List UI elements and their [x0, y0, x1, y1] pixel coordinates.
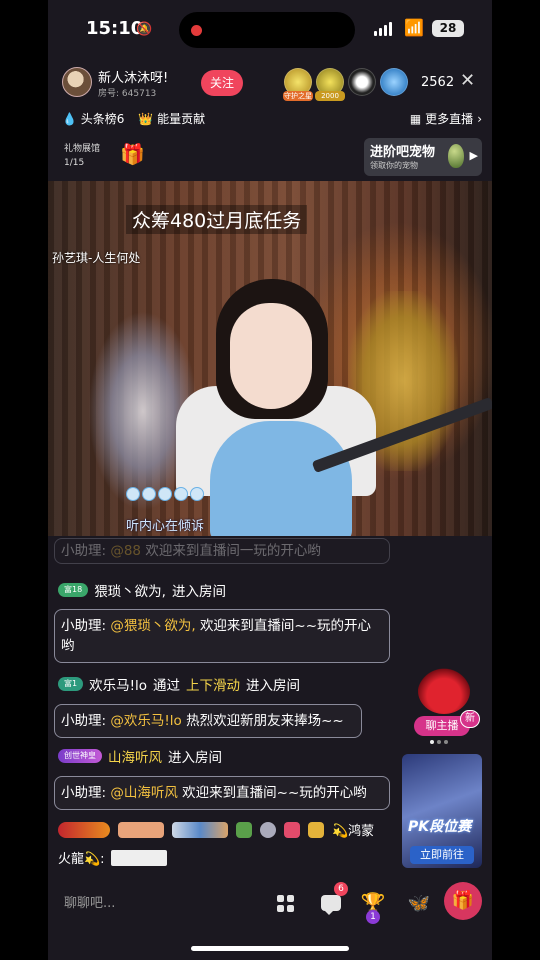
- rank-row: 💧 头条榜6 👑 能量贡献: [62, 110, 205, 127]
- recording-dot-icon: [191, 25, 202, 36]
- ring-icon: [260, 821, 276, 838]
- fan-club-icon[interactable]: 🏆 1: [358, 888, 388, 924]
- song-label: 孙艺琪-人生何处: [52, 251, 141, 265]
- viewer-count[interactable]: 2562: [421, 75, 454, 90]
- video-caption: 听内心在倾诉: [126, 519, 205, 534]
- stream-goal-title: 众筹480过月底任务: [126, 205, 308, 234]
- headline-rank[interactable]: 💧 头条榜6: [62, 110, 124, 127]
- obscured-name: [172, 821, 228, 838]
- chevron-right-icon: ›: [477, 111, 482, 126]
- top-viewers: 守护之星 2000: [283, 68, 408, 101]
- pet-banner[interactable]: 进阶吧宠物 领取你的宠物 ▶: [364, 138, 482, 176]
- guardian-badge: 守护之星: [283, 91, 313, 101]
- pet-egg-icon: [448, 144, 464, 168]
- carousel-pager: [430, 740, 448, 744]
- share-icon[interactable]: 🦋: [404, 888, 434, 918]
- right-margin: [492, 0, 540, 960]
- go-now-button[interactable]: 立即前往: [410, 846, 474, 864]
- dynamic-island: [179, 12, 355, 48]
- messages-icon[interactable]: 6: [316, 882, 348, 918]
- viewer-avatar[interactable]: 2000: [315, 68, 345, 101]
- left-margin: [0, 0, 48, 960]
- more-apps-icon[interactable]: [270, 888, 300, 918]
- close-icon[interactable]: ✕: [460, 70, 475, 91]
- viewer-avatar[interactable]: 守护之星: [283, 68, 313, 101]
- love-icon: [284, 821, 300, 838]
- obscured-name: [110, 849, 167, 866]
- chat-message: 小助理: @猥琐丶欲为, 欢迎来到直播间~~玩的开心哟: [54, 609, 390, 663]
- gift-hall[interactable]: 礼物展馆 1/15: [64, 142, 100, 170]
- battery-indicator: 28: [432, 20, 464, 37]
- roses-gift-icon[interactable]: [418, 668, 470, 714]
- cellular-signal-icon: [374, 22, 392, 36]
- gift-feed: 💫鸿蒙: [58, 820, 374, 839]
- host-name: 新人沐沐呀!: [98, 71, 169, 86]
- more-live-button[interactable]: ▦ 更多直播 ›: [410, 110, 482, 127]
- gift-box-icon[interactable]: 🎁: [120, 142, 145, 166]
- grid-small-icon: ▦: [409, 111, 422, 126]
- chat-message: 小助理: @山海听风 欢迎来到直播间~~玩的开心哟: [54, 776, 390, 810]
- enter-notice: 富18 猥琐丶欲为, 进入房间: [58, 580, 226, 600]
- chat-input[interactable]: 聊聊吧...: [64, 892, 115, 911]
- level-badge: 2000: [315, 91, 345, 101]
- viewer-avatar[interactable]: [348, 68, 376, 96]
- chat-message: 小助理: @88 欢迎来到直播间一玩的开心哟: [54, 538, 390, 564]
- enter-notice: 创世神皇 山海听风 进入房间: [58, 746, 222, 766]
- medal-icon: [236, 821, 252, 838]
- new-badge: 新: [460, 710, 480, 728]
- silent-bell-icon: 🔕: [136, 22, 153, 37]
- home-indicator[interactable]: [191, 946, 349, 951]
- wifi-icon: 📶: [404, 18, 424, 37]
- viewer-avatar[interactable]: [380, 68, 408, 96]
- play-arrow-icon: ▶: [469, 149, 478, 162]
- message-count-badge: 6: [334, 882, 348, 896]
- energy-contribution[interactable]: 👑 能量贡献: [138, 110, 205, 127]
- pk-rank-card[interactable]: PK段位赛 立即前往: [402, 754, 482, 868]
- follow-button[interactable]: 关注: [201, 70, 243, 96]
- room-number: 房号: 645713: [98, 89, 157, 99]
- bottom-bar: 聊聊吧... 6 🏆 1 🦋 🎁: [48, 876, 492, 926]
- gift-icon[interactable]: 🎁: [444, 882, 482, 920]
- rich-icon: [308, 821, 324, 838]
- live-video[interactable]: 众筹480过月底任务 孙艺琪-人生何处 听内心在倾诉: [48, 181, 492, 536]
- gift-feed-line2: 火龍💫:: [58, 848, 167, 867]
- chat-message: 小助理: @欢乐马!lo 热烈欢迎新朋友来捧场~~: [54, 704, 362, 738]
- live-stream-screen: 15:10 🔕 📶 28 新人沐沐呀! 房号: 645713 关注 守护之星 2…: [48, 0, 492, 960]
- clock: 15:10: [86, 18, 144, 39]
- vip-badge: [58, 821, 110, 838]
- video-bubbles: [126, 487, 204, 501]
- host-avatar[interactable]: [62, 67, 92, 97]
- pk-title: PK段位赛: [408, 819, 472, 835]
- obscured-name: [118, 821, 164, 838]
- status-bar: 15:10 🔕 📶 28: [48, 0, 492, 60]
- host-info[interactable]: 新人沐沐呀! 房号: 645713: [60, 64, 190, 102]
- enter-notice: 富1 欢乐马!lo 通过 上下滑动 进入房间: [58, 674, 300, 694]
